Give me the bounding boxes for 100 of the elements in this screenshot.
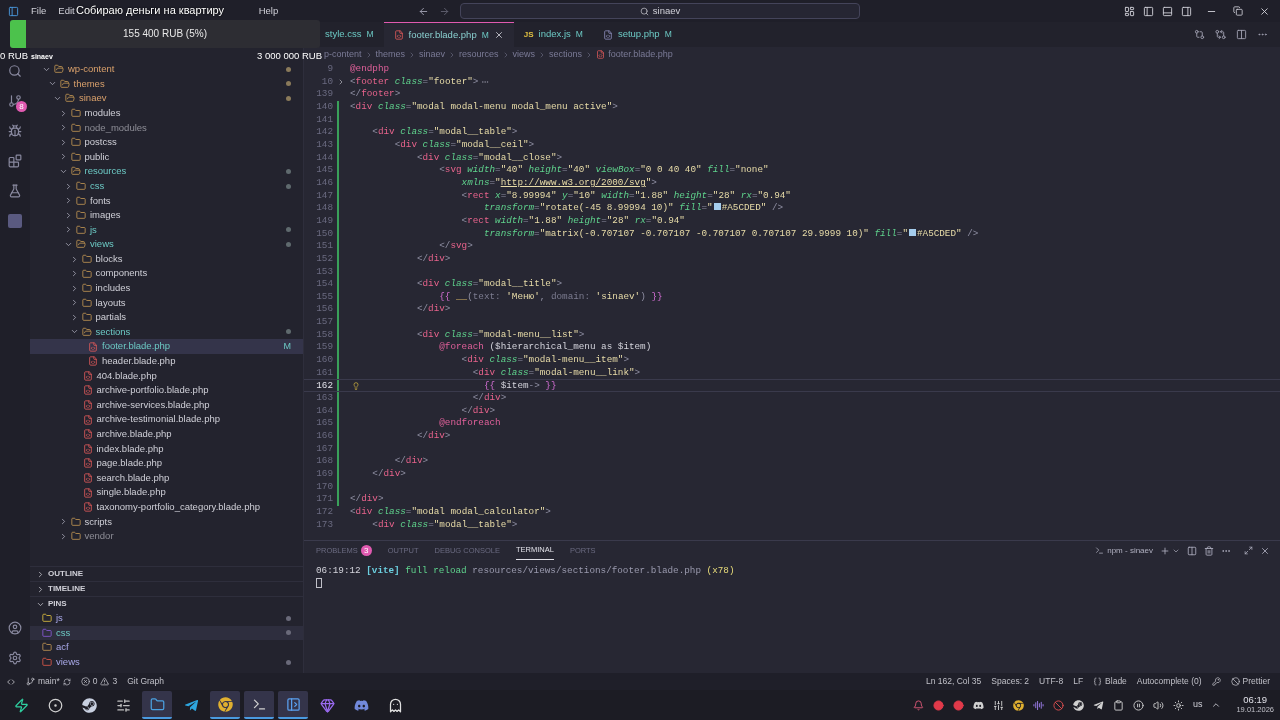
add-icon[interactable] bbox=[1160, 545, 1170, 556]
tray-expand-icon[interactable] bbox=[1211, 700, 1222, 710]
layout-icon[interactable] bbox=[1124, 5, 1135, 17]
tree-item[interactable]: 404.blade.php bbox=[30, 368, 303, 384]
paper-plane-icon[interactable] bbox=[1092, 699, 1104, 711]
panel-toggle-icon[interactable] bbox=[1162, 5, 1173, 17]
status-item[interactable]: Git Graph bbox=[127, 675, 165, 688]
settings-icon[interactable] bbox=[8, 651, 22, 665]
tree-item[interactable]: layouts bbox=[30, 295, 303, 311]
tree-item[interactable]: themes bbox=[30, 76, 303, 92]
lightbulb-icon[interactable] bbox=[352, 382, 360, 391]
breadcrumb-item[interactable]: sections bbox=[549, 47, 583, 62]
sliders-icon[interactable] bbox=[992, 699, 1004, 711]
pinned-item[interactable]: views bbox=[30, 654, 303, 670]
breadcrumb-item[interactable]: themes bbox=[375, 47, 406, 62]
tree-item[interactable]: blocks bbox=[30, 251, 303, 267]
steam-icon[interactable] bbox=[1072, 699, 1084, 711]
chrome-icon[interactable] bbox=[1012, 699, 1024, 711]
tree-item[interactable]: partials bbox=[30, 310, 303, 325]
close-icon[interactable] bbox=[1260, 545, 1270, 556]
dot-icon[interactable] bbox=[952, 699, 964, 711]
keyboard-layout[interactable]: us bbox=[1192, 698, 1203, 712]
search-icon[interactable] bbox=[8, 64, 22, 78]
menu-item[interactable]: Help bbox=[258, 3, 279, 19]
tree-item[interactable]: archive.blade.php bbox=[30, 426, 303, 442]
tree-item[interactable]: archive-services.blade.php bbox=[30, 397, 303, 413]
compare-arrows-icon[interactable] bbox=[1215, 29, 1226, 40]
tree-item[interactable]: resources bbox=[30, 164, 303, 179]
sun-icon[interactable] bbox=[1172, 699, 1184, 711]
menu-item[interactable]: Edit bbox=[58, 3, 75, 19]
sidebar-toggle-icon[interactable] bbox=[1143, 5, 1154, 17]
tree-item[interactable]: scripts bbox=[30, 514, 303, 529]
pinned-item[interactable]: acf bbox=[30, 640, 303, 655]
pause-icon[interactable] bbox=[1132, 699, 1144, 711]
tree-item[interactable]: components bbox=[30, 266, 303, 281]
status-item[interactable]: Ln 162, Col 35 bbox=[926, 675, 982, 688]
bell-icon[interactable] bbox=[912, 699, 924, 711]
tree-item[interactable]: js bbox=[30, 222, 303, 238]
status-item[interactable]: UTF-8 bbox=[1039, 675, 1064, 688]
status-item[interactable]: Autocomplete (0) bbox=[1136, 675, 1202, 688]
search-field[interactable]: sinaev bbox=[460, 3, 860, 19]
debug-icon[interactable] bbox=[8, 124, 22, 138]
tree-item[interactable]: index.blade.php bbox=[30, 441, 303, 457]
tree-item[interactable]: includes bbox=[30, 280, 303, 296]
breadcrumb-item[interactable]: sinaev bbox=[419, 47, 446, 62]
breadcrumb-item[interactable]: p-content bbox=[324, 47, 362, 62]
back-arrow-icon[interactable] bbox=[418, 5, 429, 17]
key-icon[interactable] bbox=[1211, 677, 1221, 686]
tree-item[interactable]: wp-content bbox=[30, 62, 303, 77]
status-item[interactable]: LF bbox=[1073, 675, 1084, 688]
split-icon[interactable] bbox=[1187, 545, 1197, 556]
blocked-icon[interactable] bbox=[1052, 699, 1064, 711]
compare-icon[interactable] bbox=[1194, 29, 1205, 40]
tree-item[interactable]: archive-testimonial.blade.php bbox=[30, 412, 303, 427]
tree-item[interactable]: header.blade.php bbox=[30, 353, 303, 369]
discord-icon[interactable] bbox=[972, 699, 984, 711]
tree-item[interactable]: modules bbox=[30, 105, 303, 121]
pinned-item[interactable]: css bbox=[30, 625, 303, 641]
tree-item[interactable]: node_modules bbox=[30, 120, 303, 135]
breadcrumb-item[interactable]: views bbox=[512, 47, 536, 62]
section-header[interactable]: PINS bbox=[30, 596, 303, 611]
secondary-sidebar-icon[interactable] bbox=[1181, 5, 1192, 17]
ellipsis-icon[interactable] bbox=[481, 78, 490, 86]
taskbar-app[interactable] bbox=[210, 691, 240, 719]
dot-icon[interactable] bbox=[932, 699, 944, 711]
terminal-name[interactable]: npm - sinaev bbox=[1107, 544, 1153, 557]
menu-item[interactable]: File bbox=[31, 3, 47, 19]
flask-icon[interactable] bbox=[8, 184, 22, 198]
breadcrumb-item[interactable]: footer.blade.php bbox=[608, 47, 673, 62]
tree-item[interactable]: css bbox=[30, 178, 303, 194]
tree-item[interactable]: sections bbox=[30, 324, 303, 340]
tree-item[interactable]: images bbox=[30, 207, 303, 223]
tree-item[interactable]: single.blade.php bbox=[30, 485, 303, 500]
maximize-icon[interactable] bbox=[1244, 546, 1253, 555]
account-icon[interactable] bbox=[8, 621, 22, 635]
tree-item[interactable]: archive-portfolio.blade.php bbox=[30, 383, 303, 398]
tree-item[interactable]: public bbox=[30, 149, 303, 165]
trash-icon[interactable] bbox=[1204, 545, 1214, 556]
split-editor-icon[interactable] bbox=[1236, 29, 1247, 40]
tree-item[interactable]: search.blade.php bbox=[30, 470, 303, 486]
tree-item[interactable]: footer.blade.php M bbox=[30, 339, 303, 354]
problems-status[interactable]: 0 3 bbox=[80, 675, 118, 688]
status-item[interactable]: Spaces: 2 bbox=[991, 675, 1030, 688]
extensions-icon[interactable] bbox=[8, 154, 22, 168]
editor-tab[interactable]: setup.php M bbox=[592, 22, 682, 47]
tree-item[interactable]: sinaev bbox=[30, 91, 303, 106]
tree-item[interactable]: taxonomy-portfolio_category.blade.php bbox=[30, 499, 303, 515]
section-header[interactable]: OUTLINE bbox=[30, 566, 303, 581]
close-icon[interactable] bbox=[493, 30, 504, 40]
tree-item[interactable]: fonts bbox=[30, 193, 303, 208]
tree-item[interactable]: postcss bbox=[30, 134, 303, 150]
language-status[interactable]: Blade bbox=[1093, 675, 1127, 688]
branch-status[interactable]: main* bbox=[26, 675, 71, 688]
forward-arrow-icon[interactable] bbox=[439, 5, 450, 17]
clipboard-icon[interactable] bbox=[1112, 699, 1124, 711]
remote-icon[interactable] bbox=[6, 676, 16, 687]
volume-icon[interactable] bbox=[1152, 699, 1164, 711]
source-control-icon[interactable] bbox=[8, 94, 22, 108]
restore-icon[interactable] bbox=[1233, 6, 1243, 16]
audio-icon[interactable] bbox=[1032, 699, 1044, 711]
